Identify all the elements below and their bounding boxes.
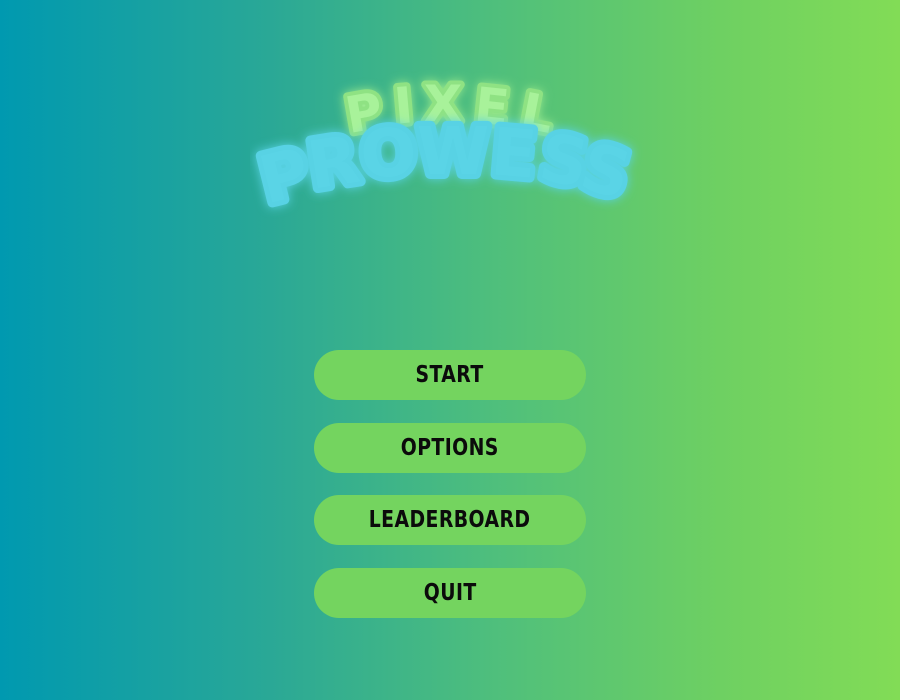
start-button-label: START (415, 362, 485, 388)
quit-button[interactable]: QUIT (314, 567, 586, 618)
logo-letter: W (417, 113, 490, 190)
logo-letter: E (488, 113, 540, 194)
game-logo-graphic: P I X E L P R O W E S S (250, 71, 644, 220)
main-menu: START OPTIONS LEADERBOARD QUIT (314, 350, 586, 640)
game-logo: P I X E L P R O W E S S (250, 70, 650, 220)
start-button[interactable]: START (314, 350, 586, 400)
options-button[interactable]: OPTIONS (314, 422, 586, 473)
leaderboard-button-label: LEADERBOARD (369, 507, 531, 533)
options-button-label: OPTIONS (400, 434, 500, 461)
quit-button-label: QUIT (423, 579, 477, 606)
logo-line-prowess: P R O W E S S (250, 108, 644, 220)
logo-letter: O (358, 113, 419, 194)
leaderboard-button[interactable]: LEADERBOARD (314, 495, 586, 545)
